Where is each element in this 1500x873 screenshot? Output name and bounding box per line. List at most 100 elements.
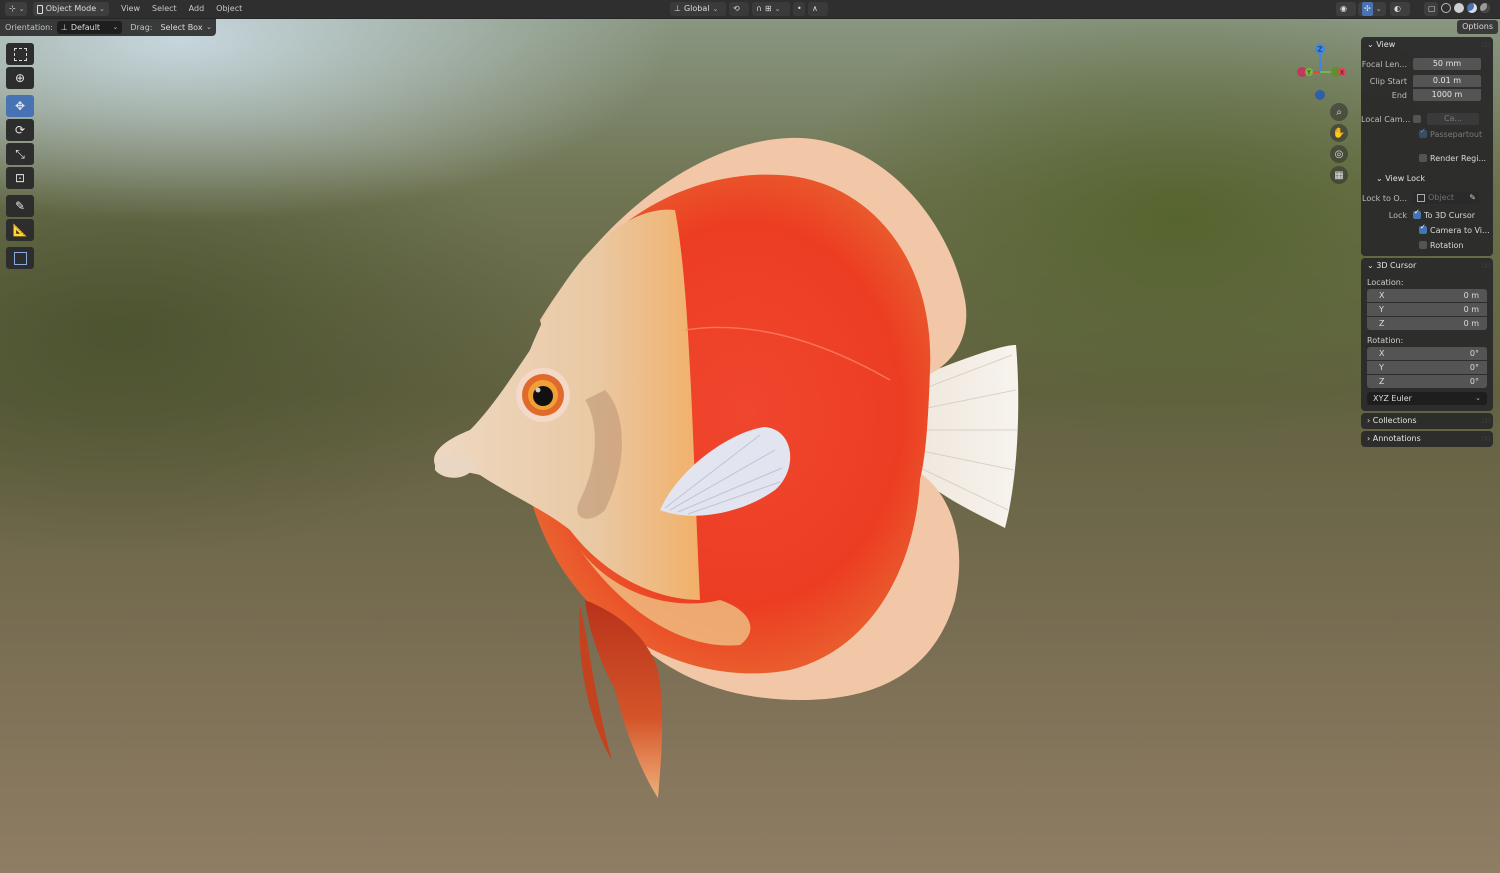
orientation-dropdown[interactable]: ⊥ Default ⌄ xyxy=(56,21,123,34)
editor-type-button[interactable]: ⊹ ⌄ xyxy=(5,2,27,16)
drag-grip-icon[interactable]: ∷∷ xyxy=(1482,37,1490,53)
select-box-tool[interactable] xyxy=(6,43,34,65)
focal-length-label: Focal Len... xyxy=(1361,59,1407,69)
overlays-toggle[interactable]: ◐ xyxy=(1390,2,1410,16)
perspective-toggle-button[interactable]: ▦ xyxy=(1330,166,1348,184)
snap-dropdown[interactable]: ∩ ⊞ ⌄ xyxy=(752,2,790,16)
transform-orientation-label: Global xyxy=(683,4,710,13)
collections-header[interactable]: › Collections ∷∷ xyxy=(1361,413,1493,429)
chevron-down-icon: ⌄ xyxy=(1367,40,1374,49)
location-label: Location: xyxy=(1367,278,1404,287)
lock-to-3d-cursor-checkbox[interactable] xyxy=(1413,208,1421,219)
transform-orientation-dropdown[interactable]: ⊥ Global ⌄ xyxy=(670,2,726,16)
mode-dropdown[interactable]: Object Mode ⌄ xyxy=(33,2,109,16)
rotation-y-field[interactable]: Y 0° xyxy=(1367,361,1487,374)
rotation-label: Rotation: xyxy=(1367,336,1404,345)
annotate-tool[interactable]: ✎ xyxy=(6,195,34,217)
rotation-z-field[interactable]: Z 0° xyxy=(1367,375,1487,388)
lock-rotation-checkbox[interactable] xyxy=(1419,241,1427,249)
rotation-x-field[interactable]: X 0° xyxy=(1367,347,1487,360)
collections-panel[interactable]: › Collections ∷∷ xyxy=(1361,413,1493,429)
transform-tool[interactable]: ⊡ xyxy=(6,167,34,189)
chevron-down-icon: ⌄ xyxy=(112,23,119,31)
annotations-header[interactable]: › Annotations ∷∷ xyxy=(1361,431,1493,447)
camera-to-view-checkbox[interactable] xyxy=(1419,223,1427,234)
view-lock-header[interactable]: ⌄ View Lock xyxy=(1361,171,1493,187)
field-value: 0° xyxy=(1469,363,1479,372)
drag-grip-icon[interactable]: ∷∷ xyxy=(1482,413,1490,429)
chevron-down-icon: ⌄ xyxy=(1376,174,1383,183)
field-value: 0 m xyxy=(1463,319,1479,328)
material-shading-icon[interactable] xyxy=(1467,3,1477,13)
location-x-field[interactable]: X 0 m xyxy=(1367,289,1487,302)
lock-to-object-label: Lock to O... xyxy=(1362,193,1407,203)
clip-end-field[interactable]: 1000 m xyxy=(1413,89,1481,101)
tool-settings-bar: Orientation: ⊥ Default ⌄ Drag: Select Bo… xyxy=(0,19,216,36)
menu-select[interactable]: Select xyxy=(146,0,183,18)
lock-to-object-field[interactable]: Object ✎ xyxy=(1413,192,1479,204)
overlays-icon: ◐ xyxy=(1394,4,1401,13)
render-region-checkbox[interactable] xyxy=(1419,154,1427,162)
move-icon: ✥ xyxy=(14,99,26,113)
chevron-down-icon: ⌄ xyxy=(1475,394,1481,402)
hand-icon: ✋ xyxy=(1332,127,1346,139)
local-camera-field[interactable]: Ca... xyxy=(1427,113,1479,125)
scale-tool[interactable]: ⤡ xyxy=(6,143,34,165)
rendered-shading-icon[interactable] xyxy=(1480,3,1490,13)
options-button[interactable]: Options xyxy=(1457,20,1498,34)
pivot-point-dropdown[interactable]: ⟲ xyxy=(729,2,749,16)
object-mode-icon xyxy=(37,4,43,14)
scale-icon: ⤡ xyxy=(15,146,25,161)
menu-view[interactable]: View xyxy=(115,0,146,18)
viewport-header: ⊹ ⌄ Object Mode ⌄ View Select Add Object … xyxy=(0,0,1500,19)
rotation-mode-dropdown[interactable]: XYZ Euler ⌄ xyxy=(1367,392,1487,405)
navigation-gizmo[interactable]: Z Y X xyxy=(1292,42,1348,102)
clip-start-field[interactable]: 0.01 m xyxy=(1413,75,1481,87)
falloff-dropdown[interactable]: ∧ xyxy=(808,2,828,16)
snap-target-icon: ⊞ xyxy=(764,4,772,13)
3d-cursor-header[interactable]: ⌄ 3D Cursor ∷∷ xyxy=(1361,258,1493,274)
axis-label: X xyxy=(1379,349,1385,358)
field-value: 0° xyxy=(1469,377,1479,386)
passepartout-checkbox[interactable] xyxy=(1419,127,1427,138)
add-cube-tool[interactable] xyxy=(6,247,34,269)
drag-grip-icon[interactable]: ∷∷ xyxy=(1482,431,1490,447)
chevron-down-icon: ⌄ xyxy=(18,5,25,13)
view-panel-header[interactable]: ⌄ View ∷∷ xyxy=(1361,37,1493,53)
chevron-right-icon: › xyxy=(1367,434,1371,443)
chevron-right-icon: › xyxy=(1367,416,1371,425)
tool-shelf: ⊕ ✥ ⟳ ⤡ ⊡ ✎ 📐 xyxy=(6,43,34,271)
pivot-icon: ⟲ xyxy=(733,4,740,13)
wireframe-shading-icon[interactable] xyxy=(1441,3,1451,13)
eyedropper-icon[interactable]: ✎ xyxy=(1469,192,1476,204)
location-y-field[interactable]: Y 0 m xyxy=(1367,303,1487,316)
proportional-edit-toggle[interactable]: • xyxy=(793,2,805,16)
chevron-down-icon: ⌄ xyxy=(1375,5,1382,13)
axis-label: Y xyxy=(1379,363,1384,372)
drag-dropdown[interactable]: Select Box ⌄ xyxy=(156,21,216,34)
annotations-panel[interactable]: › Annotations ∷∷ xyxy=(1361,431,1493,447)
menu-add[interactable]: Add xyxy=(183,0,211,18)
menu-object[interactable]: Object xyxy=(210,0,248,18)
axis-label: Y xyxy=(1379,305,1384,314)
pan-button[interactable]: ✋ xyxy=(1330,124,1348,142)
local-camera-checkbox[interactable] xyxy=(1413,115,1421,123)
measure-tool[interactable]: 📐 xyxy=(6,219,34,241)
location-z-field[interactable]: Z 0 m xyxy=(1367,317,1487,330)
visibility-dropdown[interactable]: ◉ xyxy=(1336,2,1356,16)
gizmo-z-neg-axis[interactable] xyxy=(1315,90,1325,100)
cursor-tool[interactable]: ⊕ xyxy=(6,67,34,89)
focal-length-field[interactable]: 50 mm xyxy=(1413,58,1481,70)
zoom-button[interactable]: ⌕ xyxy=(1330,103,1348,121)
move-tool[interactable]: ✥ xyxy=(6,95,34,117)
drag-label: Drag: xyxy=(130,23,153,32)
xray-toggle[interactable]: ▢ xyxy=(1424,2,1438,16)
axis-label: X xyxy=(1379,291,1385,300)
discus-fish-model[interactable] xyxy=(420,130,1040,810)
orientation-label: Orientation: xyxy=(5,23,53,32)
gizmo-toggle[interactable]: ✣ ⌄ xyxy=(1358,2,1386,16)
rotate-tool[interactable]: ⟳ xyxy=(6,119,34,141)
solid-shading-icon[interactable] xyxy=(1454,3,1464,13)
camera-view-button[interactable]: ◎ xyxy=(1330,145,1348,163)
drag-grip-icon[interactable]: ∷∷ xyxy=(1482,258,1490,274)
